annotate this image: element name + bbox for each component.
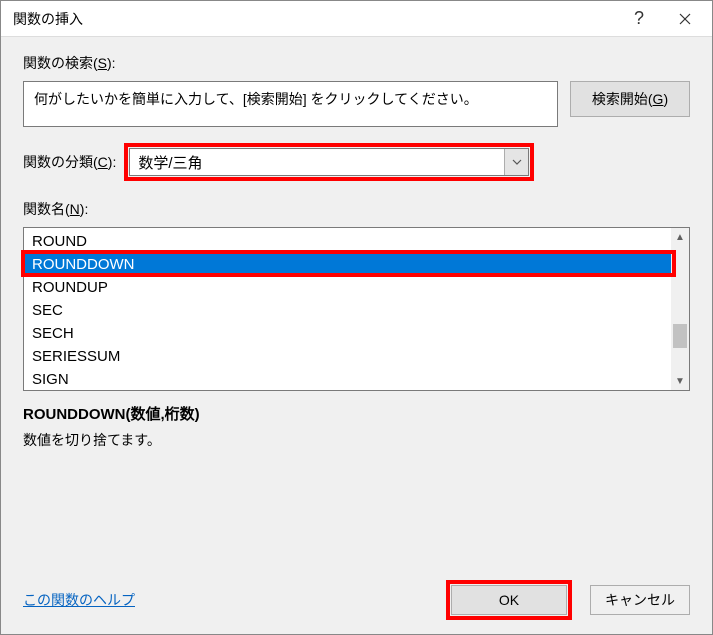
dialog-content: 関数の検索(S): 何がしたいかを簡単に入力して、[検索開始] をクリックしてく… (1, 37, 712, 634)
list-item[interactable]: SIGN (24, 368, 689, 391)
search-label: 関数の検索(S): (23, 53, 690, 73)
category-select[interactable]: 数学/三角 (129, 148, 529, 176)
search-input[interactable]: 何がしたいかを簡単に入力して、[検索開始] をクリックしてください。 (23, 81, 558, 127)
function-description: 数値を切り捨てます。 (23, 430, 690, 450)
scroll-down-icon[interactable]: ▼ (671, 372, 689, 390)
list-item[interactable]: ROUNDUP (24, 276, 689, 299)
ok-button[interactable]: OK (451, 585, 567, 615)
function-list-wrap: ROUNDROUNDDOWNROUNDUPSECSECHSERIESSUMSIG… (23, 227, 690, 391)
category-label: 関数の分類(C): (23, 152, 116, 172)
scrollbar[interactable]: ▲ ▼ (671, 228, 689, 390)
category-row: 関数の分類(C): 数学/三角 (23, 143, 690, 181)
dialog-title: 関数の挿入 (13, 9, 616, 29)
category-value: 数学/三角 (138, 152, 202, 173)
insert-function-dialog: 関数の挿入 ? 関数の検索(S): 何がしたいかを簡単に入力して、[検索開始] … (0, 0, 713, 635)
search-row: 何がしたいかを簡単に入力して、[検索開始] をクリックしてください。 検索開始(… (23, 81, 690, 127)
category-highlight: 数学/三角 (124, 143, 534, 181)
list-item[interactable]: ROUNDDOWN (24, 253, 689, 276)
list-item[interactable]: SERIESSUM (24, 345, 689, 368)
close-icon[interactable] (662, 1, 708, 36)
search-start-button[interactable]: 検索開始(G) (570, 81, 690, 117)
help-link[interactable]: この関数のヘルプ (23, 590, 135, 610)
chevron-down-icon (504, 149, 528, 175)
dialog-footer: この関数のヘルプ OK キャンセル (23, 580, 690, 620)
list-item[interactable]: SEC (24, 299, 689, 322)
titlebar: 関数の挿入 ? (1, 1, 712, 37)
list-item[interactable]: ROUND (24, 230, 689, 253)
function-listbox[interactable]: ROUNDROUNDDOWNROUNDUPSECSECHSERIESSUMSIG… (23, 227, 690, 391)
help-icon[interactable]: ? (616, 1, 662, 36)
scroll-up-icon[interactable]: ▲ (671, 228, 689, 246)
function-syntax: ROUNDDOWN(数値,桁数) (23, 403, 690, 424)
ok-highlight: OK (446, 580, 572, 620)
list-item[interactable]: SECH (24, 322, 689, 345)
scroll-thumb[interactable] (673, 324, 687, 348)
function-name-label: 関数名(N): (23, 199, 690, 219)
cancel-button[interactable]: キャンセル (590, 585, 690, 615)
